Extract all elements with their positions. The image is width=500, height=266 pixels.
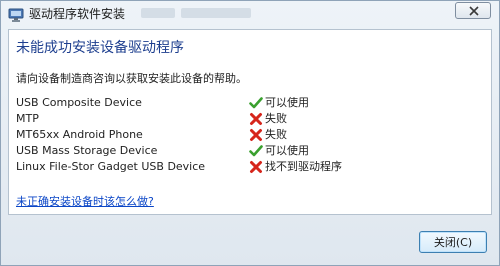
title-bar[interactable]: 驱动程序软件安装 — [1, 1, 499, 29]
device-name: USB Composite Device — [16, 96, 142, 109]
help-link[interactable]: 未正确安装设备时该怎么做? — [16, 195, 154, 209]
status-text: 可以使用 — [265, 96, 309, 109]
cross-icon — [250, 113, 262, 125]
device-name: MTP — [16, 112, 39, 125]
device-name: USB Mass Storage Device — [16, 144, 158, 157]
cross-icon — [250, 129, 262, 141]
list-item: USB Mass Storage Device 可以使用 — [16, 143, 486, 159]
content-panel: 未能成功安装设备驱动程序 请向设备制造商咨询以获取安装此设备的帮助。 USB C… — [8, 29, 492, 215]
status-text: 失败 — [265, 128, 287, 141]
close-icon — [469, 6, 479, 16]
device-icon — [8, 8, 24, 22]
window-title: 驱动程序软件安装 — [29, 7, 126, 21]
status-text: 可以使用 — [265, 144, 309, 157]
page-title: 未能成功安装设备驱动程序 — [16, 40, 184, 56]
list-item: Linux File-Stor Gadget USB Device 找不到驱动程… — [16, 159, 486, 175]
list-item: MTP 失败 — [16, 111, 486, 127]
title-bar-text-shadow — [141, 8, 175, 18]
title-bar-text-shadow — [181, 8, 251, 18]
status-text: 失败 — [265, 112, 287, 125]
check-icon — [249, 145, 263, 157]
description-text: 请向设备制造商咨询以获取安装此设备的帮助。 — [16, 72, 247, 85]
device-name: Linux File-Stor Gadget USB Device — [16, 160, 206, 173]
window-close-button[interactable] — [455, 2, 491, 19]
footer: 关闭(C) — [1, 215, 499, 265]
list-item: USB Composite Device 可以使用 — [16, 95, 486, 111]
status-text: 找不到驱动程序 — [265, 160, 342, 173]
driver-install-dialog: 驱动程序软件安装 未能成功安装设备驱动程序 请向设备制造商咨询以获取安装此设备的… — [0, 0, 500, 266]
check-icon — [249, 97, 263, 109]
close-button[interactable]: 关闭(C) — [419, 231, 487, 253]
device-name: MT65xx Android Phone — [16, 128, 143, 141]
list-item: MT65xx Android Phone 失败 — [16, 127, 486, 143]
cross-icon — [250, 161, 262, 173]
device-list: USB Composite Device 可以使用 MTP 失败 MT65xx … — [16, 95, 486, 175]
